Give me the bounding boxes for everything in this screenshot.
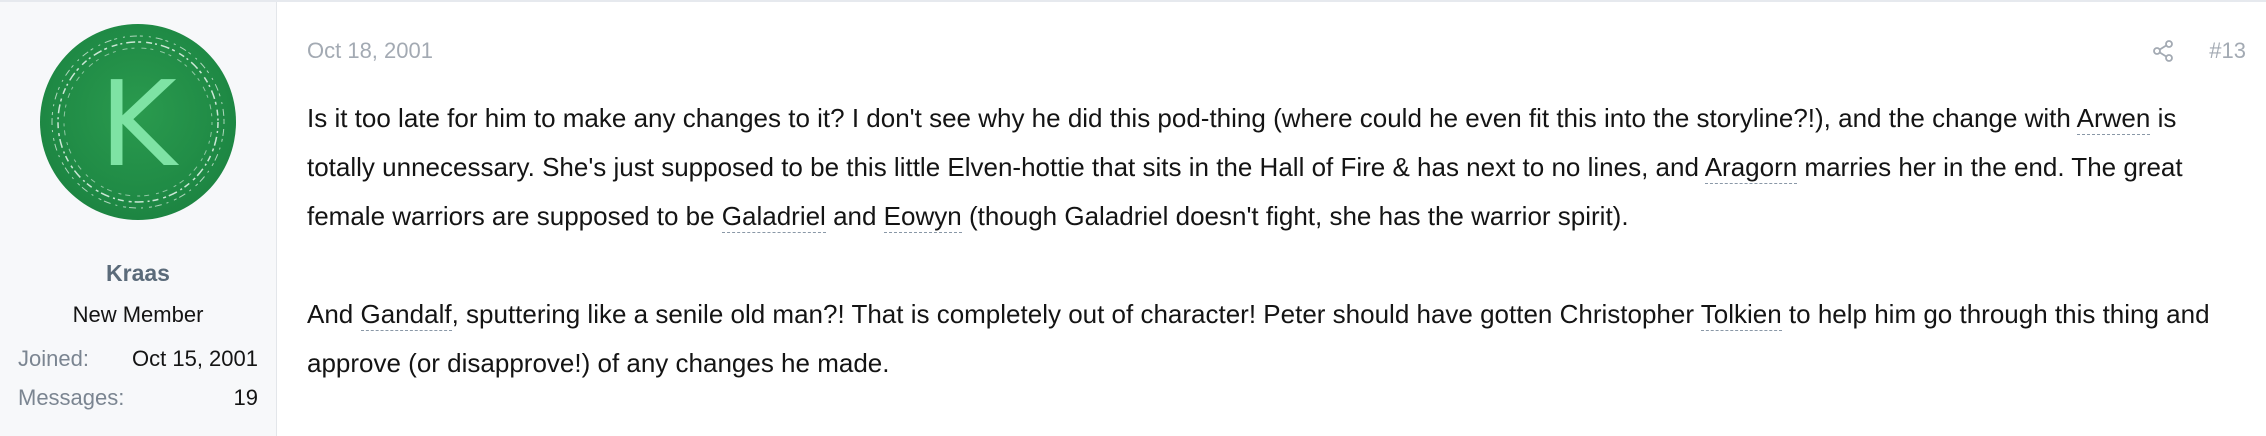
paragraph-1: Is it too late for him to make any chang… (307, 94, 2243, 241)
term-link-gandalf[interactable]: Gandalf (360, 299, 452, 331)
post-number-link[interactable]: #13 (2209, 38, 2246, 64)
post-date[interactable]: Oct 18, 2001 (307, 38, 433, 64)
text-segment: And (307, 299, 361, 329)
user-title: New Member (72, 302, 204, 327)
forum-post: K Kraas New Member Joined: Oct 15, 2001 … (0, 2, 2266, 436)
term-link-eowyn[interactable]: Eowyn (883, 201, 962, 233)
text-segment: (though Galadriel doesn't fight, she has… (961, 201, 1629, 231)
text-segment: and (825, 201, 884, 231)
avatar[interactable]: K (40, 24, 236, 220)
username[interactable]: Kraas (0, 260, 276, 287)
post-body: Is it too late for him to make any chang… (307, 94, 2243, 388)
stat-label: Joined: (18, 346, 89, 371)
term-link-aragorn[interactable]: Aragorn (1704, 152, 1798, 184)
stat-label: Messages: (18, 385, 125, 410)
post-main: Oct 18, 2001 #13 Is it too late for him … (277, 2, 2266, 436)
share-icon[interactable] (2151, 39, 2175, 63)
post-actions: #13 (2151, 38, 2246, 64)
text-segment: Is it too late for him to make any chang… (307, 103, 2077, 133)
text-segment: , sputtering like a senile old man?! Tha… (451, 299, 1701, 329)
stat-joined: Joined: Oct 15, 2001 (18, 346, 258, 372)
stat-messages: Messages: 19 (18, 385, 258, 411)
term-link-galadriel[interactable]: Galadriel (721, 201, 826, 233)
avatar-letter: K (99, 55, 177, 193)
stat-value: 19 (233, 385, 258, 410)
stat-value: Oct 15, 2001 (132, 346, 258, 371)
term-link-arwen[interactable]: Arwen (2076, 103, 2151, 135)
paragraph-2: And Gandalf, sputtering like a senile ol… (307, 290, 2243, 388)
term-link-tolkien[interactable]: Tolkien (1700, 299, 1782, 331)
user-sidebar: K Kraas New Member Joined: Oct 15, 2001 … (0, 2, 277, 436)
